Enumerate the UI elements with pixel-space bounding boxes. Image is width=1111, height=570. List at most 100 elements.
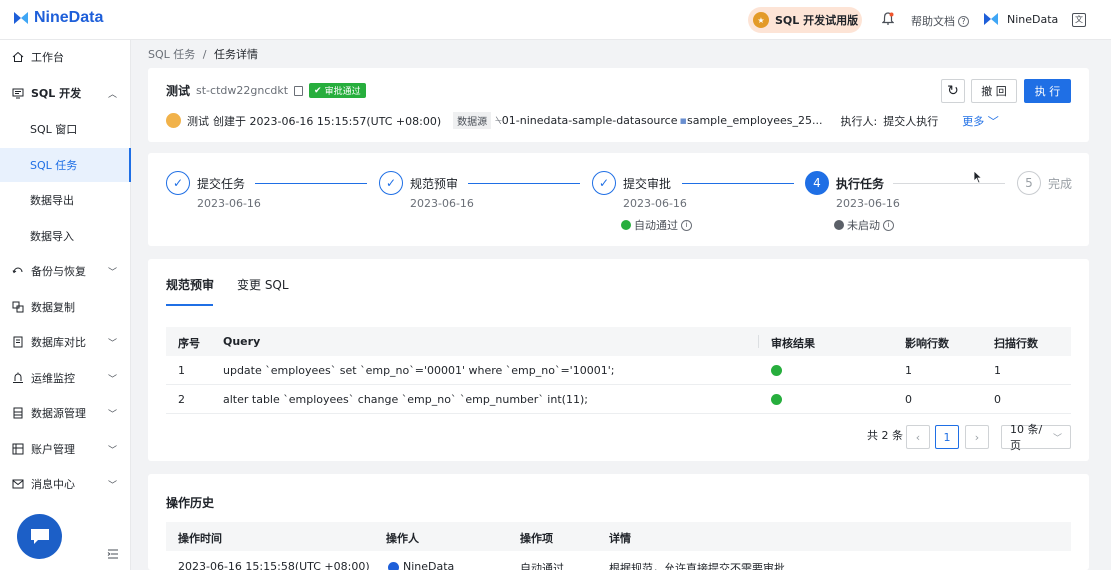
sidebar-item-sql-window[interactable]: SQL 窗口 [0,112,131,146]
column-divider [758,335,759,348]
sidebar-item-label: 备份与恢复 [31,265,86,278]
mouse-cursor-icon [973,170,983,184]
chevron-down-icon: ﹀ [108,374,118,385]
breadcrumb-parent[interactable]: SQL 任务 [148,48,195,61]
page-number-button[interactable]: 1 [935,425,959,449]
step-title: 提交任务 [197,177,246,191]
row-number: 2 [178,393,185,406]
sidebar-item-replication[interactable]: 数据复制 [0,290,131,324]
trial-label: SQL 开发试用版 [775,14,859,27]
app-logo[interactable]: NineData [12,9,103,27]
sidebar-item-messages[interactable]: 消息中心 ﹀ [0,467,131,501]
database-name[interactable]: sample_employees_25... [687,114,823,127]
datasource-name[interactable]: 01-ninedata-sample-datasource [502,114,678,127]
progress-steps-card: ✓ 提交任务 2023-06-16 ✓ 规范预审 2023-06-16 ✓ 提交… [148,153,1089,246]
more-label: 更多 [962,114,985,128]
sidebar-item-data-import[interactable]: 数据导入 [0,219,131,253]
chevron-down-icon: ﹀ [1052,433,1062,444]
language-switch-icon[interactable]: 文 [1072,13,1086,27]
notification-bell-icon[interactable] [882,12,894,26]
column-header: 序号 [178,337,200,350]
step-date: 2023-06-16 [197,197,261,210]
refresh-button[interactable]: ↻ [941,79,965,103]
datasource-icon: ⍀ [495,113,502,127]
check-icon: ✓ [166,171,190,195]
user-avatar-icon [984,13,998,25]
execute-button[interactable]: 执 行 [1024,79,1071,103]
history-card: 操作历史 操作时间 操作人 操作项 详情 2023-06-16 15:15:58… [148,474,1089,570]
revoke-button[interactable]: 撤 回 [971,79,1017,103]
sidebar-item-account[interactable]: 账户管理 ﹀ [0,432,131,466]
step-date: 2023-06-16 [410,197,474,210]
operation-detail: 根据规范，允许直接提交不需要审批 [609,562,785,570]
info-icon[interactable]: i [883,219,894,231]
sidebar-item-backup[interactable]: 备份与恢复 ﹀ [0,254,131,288]
chat-icon [30,528,49,544]
copy-icon[interactable] [294,85,304,96]
tab-change-sql[interactable]: 变更 SQL [237,276,289,293]
step-connector [468,183,580,184]
row-number: 1 [178,364,185,377]
step-title: 提交审批 [623,177,672,191]
page-size-select[interactable]: 10 条/页 ﹀ [1001,423,1071,452]
step-title: 完成 [1048,177,1073,191]
chevron-right-icon: › [974,430,980,444]
chevron-down-icon: ﹀ [108,338,118,349]
executor-label: 执行人: [840,114,878,128]
ninedata-logo-icon [14,12,28,24]
page-size-value: 10 条/页 [1010,423,1043,452]
info-icon[interactable]: i [681,219,692,231]
step-note: 自动通过 i [621,217,692,233]
prev-page-button[interactable]: ‹ [906,425,930,449]
sidebar-item-data-export[interactable]: 数据导出 [0,183,131,217]
column-header: 操作人 [386,532,419,545]
chevron-up-icon: ︿ [108,89,118,100]
step-connector [255,183,367,184]
query-text: update `employees` set `emp_no`='00001' … [223,364,615,377]
table-row: 2 alter table `employees` change `emp_no… [166,385,1071,414]
status-badge: ✔ 审批通过 [309,83,366,98]
sidebar-item-label: 数据复制 [31,301,75,314]
table-row: 1 update `employees` set `emp_no`='00001… [166,356,1071,385]
sidebar-item-workbench[interactable]: 工作台 [0,40,131,74]
sidebar-item-sql-task[interactable]: SQL 任务 [0,148,131,182]
collapse-sidebar-icon[interactable] [107,549,119,559]
trial-edition-badge[interactable]: ★ SQL 开发试用版 [748,7,862,33]
sidebar-item-label: 账户管理 [31,443,75,456]
user-menu[interactable]: NineData [982,10,1058,28]
backup-icon [12,267,23,274]
check-circle-icon [771,365,782,376]
tab-active-indicator [166,304,213,306]
sidebar-item-datasource[interactable]: 数据源管理 ﹀ [0,396,131,430]
chevron-down-icon: ﹀ [987,114,999,128]
compare-icon [13,336,23,348]
step-number: 4 [805,171,829,195]
check-circle-icon [771,394,782,405]
table-header: 序号 Query 审核结果 影响行数 扫描行数 [166,327,1071,356]
logo-text: NineData [34,9,104,26]
task-header-card: 测试 st-ctdw22gncdkt ✔ 审批通过 测试 创建于 2023-06… [148,68,1089,142]
breadcrumb-current: 任务详情 [213,48,258,61]
sidebar-item-monitoring[interactable]: 运维监控 ﹀ [0,361,131,395]
tab-review[interactable]: 规范预审 [166,276,214,293]
user-name: NineData [1007,12,1059,26]
next-page-button[interactable]: › [965,425,989,449]
help-docs-link[interactable]: 帮助文档 ? [911,13,969,29]
affected-rows: 0 [905,393,912,406]
task-name: 测试 [166,84,191,98]
sidebar-item-db-compare[interactable]: 数据库对比 ﹀ [0,325,131,359]
step-note-text: 未启动 [847,219,880,232]
step-date: 2023-06-16 [836,197,900,210]
step-note: 未启动 i [834,217,894,233]
sidebar-item-sql-dev[interactable]: SQL 开发 ︿ [0,76,131,110]
breadcrumb: SQL 任务 / 任务详情 [148,46,258,62]
operation-time: 2023-06-16 15:15:58(UTC +08:00) [178,560,370,570]
executor-value: 提交人执行 [883,114,939,128]
more-link[interactable]: 更多 ﹀ [962,113,999,129]
task-id: st-ctdw22gncdkt [196,84,289,97]
chat-support-button[interactable] [17,514,62,559]
sidebar-item-label: 工作台 [31,51,64,64]
breadcrumb-separator: / [202,48,207,61]
step-title: 规范预审 [410,177,459,191]
query-text: alter table `employees` change `emp_no` … [223,393,588,406]
